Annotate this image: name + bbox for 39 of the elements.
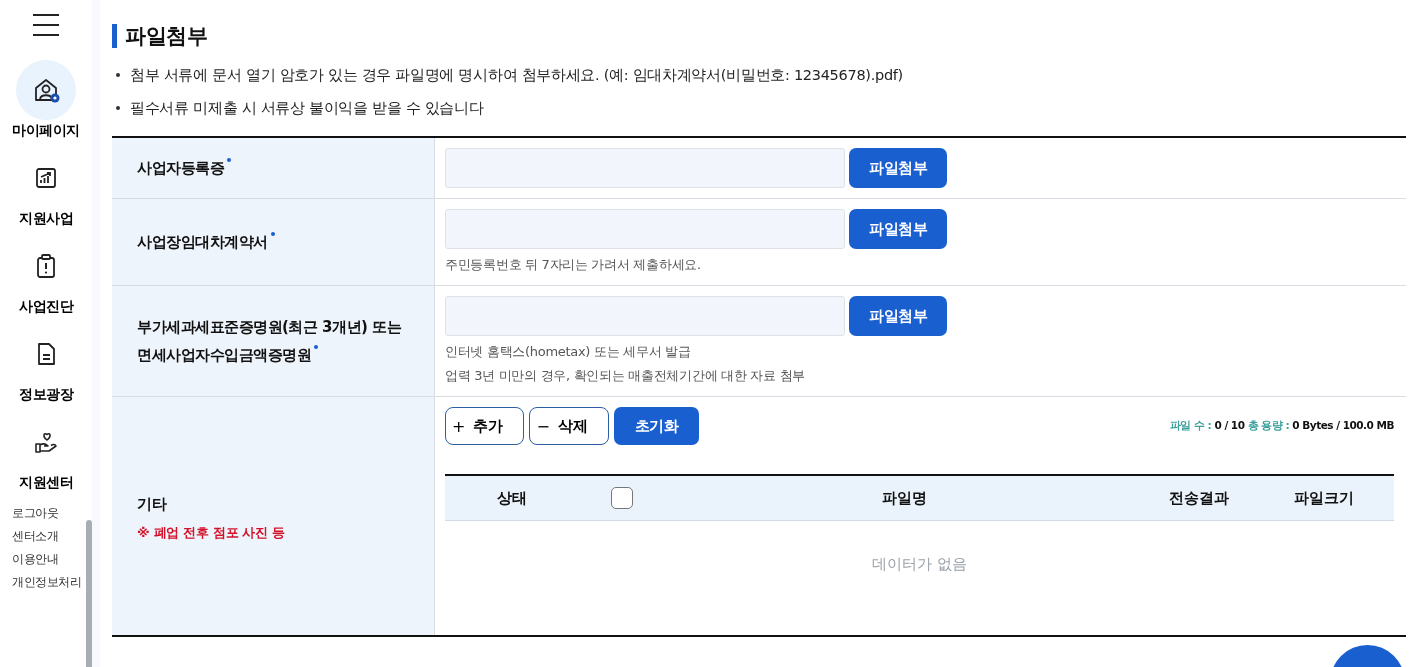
bullet-icon <box>116 106 120 110</box>
toolbar-button[interactable]: − 삭제 <box>529 407 609 445</box>
attach-button[interactable]: 파일첨부 <box>849 209 947 249</box>
sidebar-link[interactable]: 로그아웃 <box>12 506 81 521</box>
select-all-checkbox[interactable] <box>610 487 633 509</box>
column-header: 파일명 <box>880 488 928 508</box>
field-label: 기타 <box>137 495 166 513</box>
nav-item[interactable]: 지원센터 <box>16 412 76 500</box>
file-field[interactable] <box>445 296 845 336</box>
note-text: 첨부 서류에 문서 열기 암호가 있는 경우 파일명에 명시하여 첨부하세요. (예: 임대차계약서(비밀번호: 12345678).pdf) <box>130 66 903 85</box>
column-header: 파일크기 <box>1293 488 1355 508</box>
attach-button[interactable]: 파일첨부 <box>849 296 947 336</box>
hint-text: 주민등록번호 뒤 7자리는 가려서 제출하세요. <box>445 256 702 274</box>
hint-text: 업력 3년 미만의 경우, 확인되는 매출전체기간에 대한 자료 첨부 <box>445 367 806 385</box>
note-text: 필수서류 미제출 시 서류상 불이익을 받을 수 있습니다 <box>130 99 484 118</box>
nav-item[interactable]: 사업진단 <box>16 236 76 324</box>
sidebar-link[interactable]: 센터소개 <box>12 529 81 544</box>
note-text: ※ 폐업 전후 점포 사진 등 <box>137 524 286 542</box>
toolbar-button[interactable]: + 추가 <box>445 407 525 445</box>
file-field[interactable] <box>445 148 845 188</box>
field-label: 사업장임대차계약서 <box>137 233 268 251</box>
field-label: 사업자등록증 <box>137 159 224 177</box>
scrollbar[interactable] <box>86 520 92 667</box>
sidebar-link[interactable]: 이용안내 <box>12 552 81 567</box>
column-header: 상태 <box>496 488 528 508</box>
sidebar-link[interactable]: 개인정보처리 <box>12 575 81 590</box>
home-user-icon <box>32 76 60 104</box>
section-title: 파일첨부 <box>112 24 1406 48</box>
nav-item[interactable]: 정보광장 <box>16 324 76 412</box>
bullet-icon <box>116 73 120 77</box>
file-counter: 파일 수 : 0 / 10 총 용량 : 0 Bytes / 100.0 MB <box>1169 419 1394 433</box>
nav-item[interactable]: 지원사업 <box>16 148 76 236</box>
field-label: 부가세과세표준증명원(최근 3개년) 또는 면세사업자수입금액증명원 <box>137 318 402 364</box>
empty-message: 데이터가 없음 <box>872 555 967 573</box>
column-header: 전송결과 <box>1168 488 1230 508</box>
reset-button[interactable]: 초기화 <box>613 407 700 445</box>
hint-text: 인터넷 홈택스(hometax) 또는 세무서 발급 <box>445 343 692 361</box>
file-field[interactable] <box>445 209 845 249</box>
attach-button[interactable]: 파일첨부 <box>849 148 947 188</box>
